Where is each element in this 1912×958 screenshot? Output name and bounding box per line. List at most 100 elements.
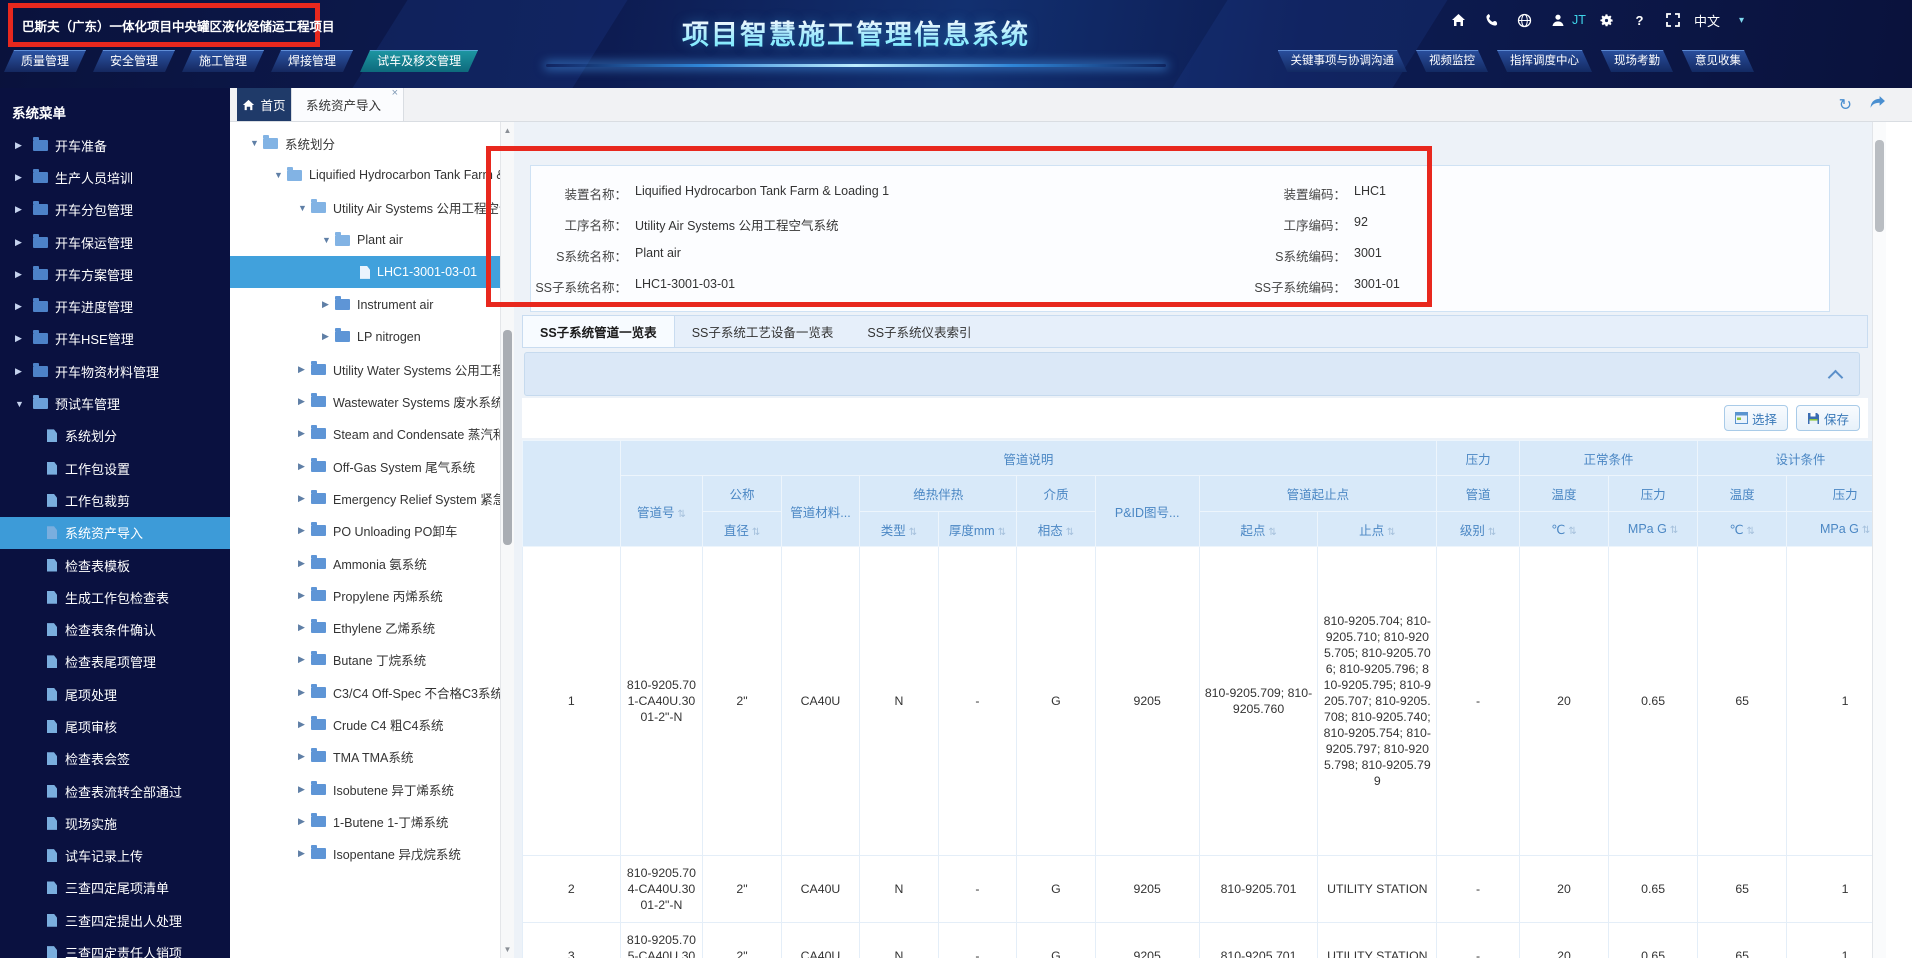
sidebar-item-qczb[interactable]: ▶ 开车准备 xyxy=(0,129,230,161)
sidebar-item-ysc[interactable]: ▼ 预试车管理 xyxy=(0,387,230,419)
sidebar-item-scsdzrr[interactable]: 三查四定责任人销项 xyxy=(0,936,230,958)
table-row[interactable]: 1 810-9205.701-CA40U.3001-2"-N 2" CA40U … xyxy=(522,546,1872,856)
help-icon[interactable]: ? xyxy=(1623,9,1656,31)
sort-icon[interactable]: ⇅ xyxy=(1066,527,1074,538)
tree-node-ammonia[interactable]: ▶ Ammonia 氨系统 xyxy=(230,547,500,579)
sidebar-item-wxcl[interactable]: 尾项处理 xyxy=(0,678,230,710)
fullscreen-icon[interactable] xyxy=(1656,9,1689,31)
sort-icon[interactable]: ⇅ xyxy=(1488,527,1496,538)
nav-tab-feedback[interactable]: 意见收集 xyxy=(1682,50,1754,72)
col-header-thickness[interactable]: 厚度mm ⇅ xyxy=(937,511,1018,547)
col-header-pipe-no[interactable]: 管道号 ⇅ xyxy=(619,475,704,547)
nav-tab-safety[interactable]: 安全管理 xyxy=(93,50,175,72)
col-header-grade[interactable]: 级别 ⇅ xyxy=(1436,511,1520,547)
nav-tab-command-center[interactable]: 指挥调度中心 xyxy=(1497,50,1592,72)
chevron-right-icon[interactable]: ▶ xyxy=(298,558,311,569)
tree-node-utility-air[interactable]: ▼ Utility Air Systems 公用工程空气 xyxy=(230,192,500,224)
sidebar-item-fbgl[interactable]: ▶ 开车分包管理 xyxy=(0,194,230,226)
chevron-right-icon[interactable]: ▶ xyxy=(298,784,311,795)
sidebar-item-scgzbjcb[interactable]: 生成工作包检查表 xyxy=(0,581,230,613)
sidebar-item-gzbsz[interactable]: 工作包设置 xyxy=(0,452,230,484)
tree-node-off-gas[interactable]: ▶ Off-Gas System 尾气系统 xyxy=(230,450,500,482)
chevron-right-icon[interactable]: ▶ xyxy=(298,590,311,601)
chevron-right-icon[interactable]: ▶ xyxy=(298,816,311,827)
chevron-right-icon[interactable]: ▶ xyxy=(322,331,335,342)
sidebar-item-hse[interactable]: ▶ 开车HSE管理 xyxy=(0,323,230,355)
sort-icon[interactable]: ⇅ xyxy=(998,527,1006,538)
subtab-instrument-index[interactable]: SS子系统仪表索引 xyxy=(850,316,988,347)
tree-node-wastewater[interactable]: ▶ Wastewater Systems 废水系统 xyxy=(230,385,500,417)
tree-node-isopentane[interactable]: ▶ Isopentane 异戊烷系统 xyxy=(230,838,500,870)
nav-tab-construction[interactable]: 施工管理 xyxy=(182,50,264,72)
sidebar-item-jcbmb[interactable]: 检查表模板 xyxy=(0,549,230,581)
tree-node-lp-nitrogen[interactable]: ▶ LP nitrogen xyxy=(230,321,500,353)
table-row[interactable]: 3 810-9205.705-CA40U.3001-2"-N 2" CA40U … xyxy=(522,922,1872,958)
tree-node-instrument-air[interactable]: ▶ Instrument air xyxy=(230,288,500,320)
col-header-start[interactable]: 起点 ⇅ xyxy=(1198,511,1319,547)
tree-scrollbar[interactable]: ▲ ▼ xyxy=(500,122,514,958)
nav-tab-key-issues[interactable]: 关键事项与协调沟通 xyxy=(1278,50,1408,72)
scroll-down-icon[interactable]: ▼ xyxy=(501,945,514,954)
tree-node-crude-c4[interactable]: ▶ Crude C4 粗C4系统 xyxy=(230,708,500,740)
chevron-down-icon[interactable]: ▾ xyxy=(1725,9,1758,31)
sidebar-item-xthf[interactable]: 系统划分 xyxy=(0,420,230,452)
chevron-right-icon[interactable]: ▶ xyxy=(298,396,311,407)
col-header-celsius[interactable]: ℃ ⇅ xyxy=(1518,511,1610,547)
sort-icon[interactable]: ⇅ xyxy=(1268,527,1276,538)
forward-arrow-icon[interactable] xyxy=(1869,95,1886,114)
tab-home[interactable]: 首页 xyxy=(237,88,291,121)
user-badge[interactable]: JT xyxy=(1568,9,1590,31)
sidebar-item-gzbcj[interactable]: 工作包裁剪 xyxy=(0,484,230,516)
nav-tab-commissioning-active[interactable]: 试车及移交管理 xyxy=(360,50,478,72)
sidebar-item-jcblz[interactable]: 检查表流转全部通过 xyxy=(0,775,230,807)
col-header-ins-type[interactable]: 类型 ⇅ xyxy=(859,511,939,547)
scroll-up-icon[interactable]: ▲ xyxy=(501,126,514,135)
tree-node-po-unloading[interactable]: ▶ PO Unloading PO卸车 xyxy=(230,515,500,547)
nav-tab-attendance[interactable]: 现场考勤 xyxy=(1601,50,1673,72)
globe-icon[interactable] xyxy=(1508,9,1541,31)
tree-node-tma[interactable]: ▶ TMA TMA系统 xyxy=(230,741,500,773)
scrollbar-thumb[interactable] xyxy=(503,330,512,545)
sidebar-item-jcbtjqr[interactable]: 检查表条件确认 xyxy=(0,613,230,645)
chevron-down-icon[interactable]: ▼ xyxy=(250,138,263,148)
chevron-down-icon[interactable]: ▼ xyxy=(322,235,335,245)
sidebar-item-bygl[interactable]: ▶ 开车保运管理 xyxy=(0,226,230,258)
chevron-right-icon[interactable]: ▶ xyxy=(298,751,311,762)
nav-tab-quality[interactable]: 质量管理 xyxy=(4,50,86,72)
tree-node-lhc[interactable]: ▼ Liquified Hydrocarbon Tank Farm & xyxy=(230,159,500,191)
select-button[interactable]: 选择 xyxy=(1724,405,1788,431)
tree-node-propylene[interactable]: ▶ Propylene 丙烯系统 xyxy=(230,579,500,611)
tree-node-root[interactable]: ▼ 系统划分 xyxy=(230,127,500,159)
main-scrollbar[interactable] xyxy=(1872,122,1886,958)
close-icon[interactable]: × xyxy=(392,88,398,99)
chevron-right-icon[interactable]: ▶ xyxy=(298,364,311,375)
tree-node-lhc1-3001-03-01-selected[interactable]: LHC1-3001-03-01 xyxy=(230,256,500,289)
tree-node-ethylene[interactable]: ▶ Ethylene 乙烯系统 xyxy=(230,611,500,643)
refresh-icon[interactable]: ↻ xyxy=(1839,95,1852,115)
sort-icon[interactable]: ⇅ xyxy=(1387,527,1395,538)
tree-node-plant-air[interactable]: ▼ Plant air xyxy=(230,224,500,256)
tree-node-emergency-relief[interactable]: ▶ Emergency Relief System 紧急放 xyxy=(230,482,500,514)
sidebar-item-xtzcdr-active[interactable]: 系统资产导入 xyxy=(0,516,230,549)
chevron-up-icon[interactable] xyxy=(1827,369,1844,386)
chevron-right-icon[interactable]: ▶ xyxy=(298,525,311,536)
chevron-right-icon[interactable]: ▶ xyxy=(298,493,311,504)
col-header-mpag[interactable]: MPa G ⇅ xyxy=(1608,511,1699,547)
subtab-pipe-list-active[interactable]: SS子系统管道一览表 xyxy=(523,316,675,347)
tree-node-1-butene[interactable]: ▶ 1-Butene 1-丁烯系统 xyxy=(230,805,500,837)
chevron-right-icon[interactable]: ▶ xyxy=(298,654,311,665)
settings-gear-icon[interactable] xyxy=(1590,9,1623,31)
language-selector[interactable]: 中文 xyxy=(1689,9,1725,31)
tree-node-butane[interactable]: ▶ Butane 丁烷系统 xyxy=(230,644,500,676)
chevron-down-icon[interactable]: ▼ xyxy=(298,203,311,213)
col-header-diameter[interactable]: 直径 ⇅ xyxy=(702,511,782,547)
tree-node-c3c4-offspec[interactable]: ▶ C3/C4 Off-Spec 不合格C3系统 xyxy=(230,676,500,708)
sidebar-item-fagl[interactable]: ▶ 开车方案管理 xyxy=(0,258,230,290)
phone-icon[interactable] xyxy=(1475,9,1508,31)
sidebar-item-scpx[interactable]: ▶ 生产人员培训 xyxy=(0,161,230,193)
col-header-mpag2[interactable]: MPa G ⇅ xyxy=(1786,511,1872,547)
filter-collapse-panel[interactable] xyxy=(524,352,1860,396)
chevron-right-icon[interactable]: ▶ xyxy=(298,461,311,472)
tree-node-utility-water[interactable]: ▶ Utility Water Systems 公用工程水 xyxy=(230,353,500,385)
home-icon[interactable] xyxy=(1442,9,1475,31)
